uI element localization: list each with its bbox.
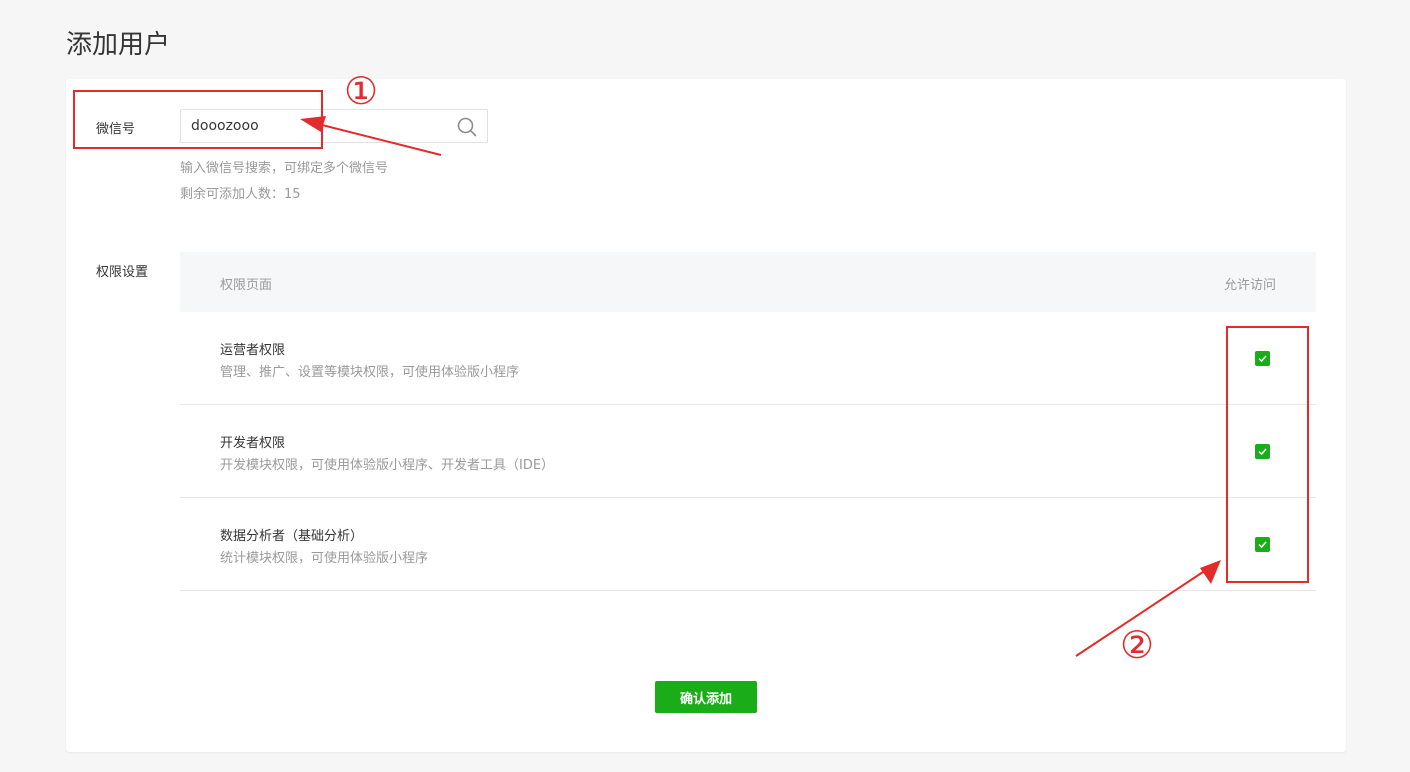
annotation-marker-2: ② <box>1120 623 1155 667</box>
remaining-count: 剩余可添加人数：15 <box>180 187 301 202</box>
confirm-add-button[interactable]: 确认添加 <box>655 681 757 713</box>
data-analyst-access-checkbox[interactable] <box>1255 537 1270 552</box>
permission-table-header: 权限页面 允许访问 <box>180 252 1316 312</box>
page-title: 添加用户 <box>66 30 171 60</box>
header-allow-access: 允许访问 <box>1223 278 1276 293</box>
permission-row-operator: 运营者权限 管理、推广、设置等模块权限，可使用体验版小程序 <box>180 312 1316 405</box>
annotation-marker-1: ① <box>344 69 379 113</box>
permission-title: 运营者权限 <box>220 343 286 358</box>
developer-access-checkbox[interactable] <box>1255 444 1270 459</box>
permission-title: 开发者权限 <box>220 436 286 451</box>
permission-row-data-analyst: 数据分析者（基础分析） 统计模块权限，可使用体验版小程序 <box>180 498 1316 591</box>
permission-desc: 统计模块权限，可使用体验版小程序 <box>220 551 429 566</box>
wechat-id-label: 微信号 <box>96 122 136 137</box>
permission-desc: 开发模块权限，可使用体验版小程序、开发者工具（IDE） <box>220 458 555 473</box>
wechat-search-box <box>180 109 488 143</box>
permission-settings-label: 权限设置 <box>96 265 149 280</box>
wechat-id-input[interactable] <box>191 110 451 142</box>
search-icon[interactable] <box>457 117 477 137</box>
permission-row-developer: 开发者权限 开发模块权限，可使用体验版小程序、开发者工具（IDE） <box>180 405 1316 498</box>
wechat-search-hint: 输入微信号搜索，可绑定多个微信号 <box>180 161 389 176</box>
permission-title: 数据分析者（基础分析） <box>220 529 364 544</box>
permission-desc: 管理、推广、设置等模块权限，可使用体验版小程序 <box>220 365 520 380</box>
operator-access-checkbox[interactable] <box>1255 351 1270 366</box>
header-permission-page: 权限页面 <box>220 278 273 293</box>
